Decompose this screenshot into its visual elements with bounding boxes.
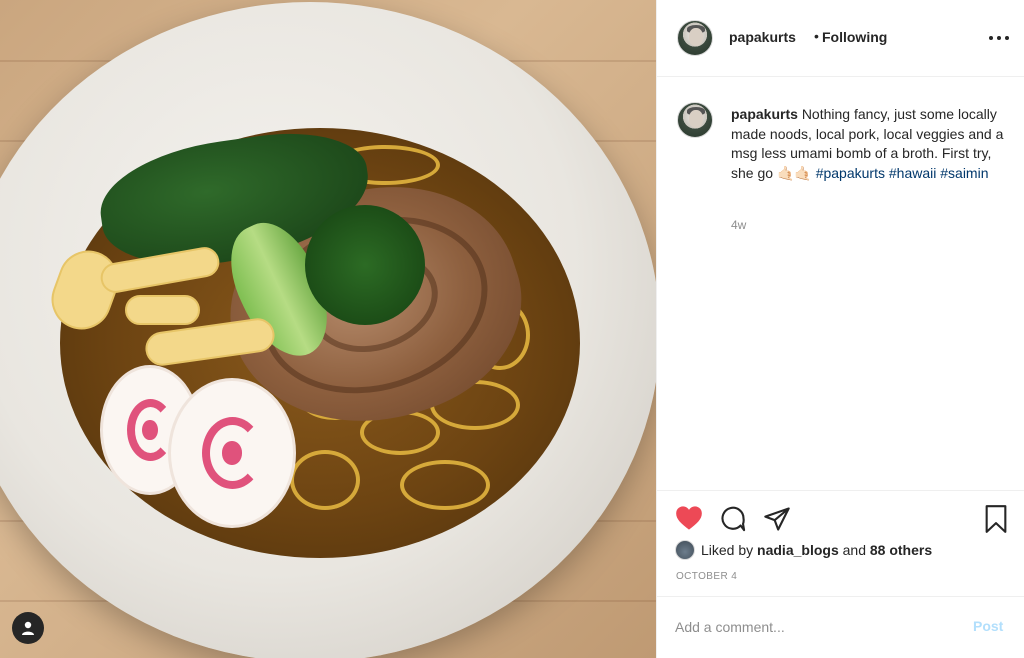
post-caption: papakurts Nothing fancy, just some local…: [731, 105, 1017, 183]
caption-username[interactable]: papakurts: [731, 106, 798, 122]
liker-avatar[interactable]: [675, 540, 695, 560]
following-button[interactable]: Following: [822, 29, 887, 45]
user-icon: [22, 621, 34, 635]
likes-others-link[interactable]: 88 others: [870, 542, 932, 558]
comment-icon[interactable]: [719, 505, 746, 532]
caption-avatar[interactable]: [677, 102, 713, 138]
heart-icon[interactable]: [675, 505, 702, 531]
more-dot: [989, 36, 993, 40]
hashtag-link[interactable]: #saimin: [940, 165, 988, 181]
hashtag-link[interactable]: #hawaii: [889, 165, 936, 181]
avatar-face: [689, 28, 703, 46]
more-options-icon[interactable]: [989, 28, 1009, 48]
post-header: papakurts • Following: [657, 0, 1024, 77]
comment-form: Post: [657, 596, 1024, 658]
share-icon[interactable]: [763, 505, 790, 531]
action-bar: [657, 490, 1024, 547]
author-username[interactable]: papakurts: [729, 29, 796, 45]
liker-username[interactable]: nadia_blogs: [757, 542, 839, 558]
author-avatar[interactable]: [677, 20, 713, 56]
noodle: [400, 460, 490, 510]
kamaboko-center: [222, 441, 242, 465]
kamaboko: [168, 378, 296, 528]
likes-middle: and: [838, 542, 870, 558]
post-photo[interactable]: [0, 0, 656, 658]
kamaboko-center: [142, 420, 158, 440]
scallion-garnish: [305, 205, 425, 325]
avatar-face: [689, 110, 703, 128]
separator-dot: •: [814, 28, 819, 44]
bookmark-icon[interactable]: [983, 505, 1009, 533]
post-date[interactable]: OCTOBER 4: [676, 571, 737, 582]
more-dot: [1005, 36, 1009, 40]
caption-emoji: 🤙🏻🤙🏻: [776, 164, 812, 181]
hashtag-link[interactable]: #papakurts: [816, 165, 885, 181]
likes-summary: Liked by nadia_blogs and 88 others: [675, 540, 932, 560]
post-sidebar: papakurts • Following papakurts Nothing …: [656, 0, 1024, 658]
egg-strip: [125, 295, 200, 325]
caption-time-ago[interactable]: 4w: [731, 218, 746, 232]
noodle: [290, 450, 360, 510]
likes-prefix: Liked by: [701, 542, 758, 558]
more-dot: [997, 36, 1001, 40]
tagged-user-button[interactable]: [12, 612, 44, 644]
comment-input[interactable]: [675, 616, 955, 638]
post-comment-button[interactable]: Post: [973, 618, 1003, 634]
likes-text: Liked by nadia_blogs and 88 others: [701, 542, 932, 558]
